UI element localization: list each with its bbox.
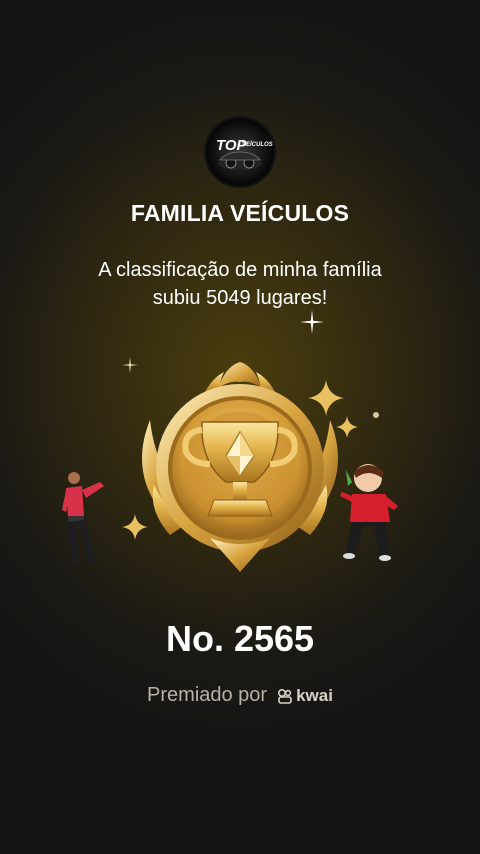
family-logo: TOP VEÍCULOS xyxy=(206,118,274,186)
top-veiculos-logo-icon: TOP VEÍCULOS xyxy=(206,118,274,186)
kwai-brand: kwai xyxy=(277,686,333,706)
rank-message: A classificação de minha família subiu 5… xyxy=(40,256,440,312)
rank-number: No. 2565 xyxy=(165,618,315,659)
family-name: FAMILIA VEÍCULOS xyxy=(130,200,350,226)
rank-up-screen: TOP VEÍCULOS FAMILIA VEÍCULOS A classifi… xyxy=(0,0,480,854)
avatar-right xyxy=(338,462,400,566)
awarded-by-label: Premiado por xyxy=(147,684,268,706)
sparkle-icon xyxy=(373,412,379,418)
avatar-left xyxy=(60,470,112,574)
trophy-badge xyxy=(120,360,360,580)
kwai-logo-icon xyxy=(278,688,292,704)
awarded-by: Premiado por kwai xyxy=(0,684,480,707)
kwai-brand-text: kwai xyxy=(296,685,333,705)
rank-message-line2: subiu 5049 lugares! xyxy=(152,287,328,309)
sparkle-icon xyxy=(300,310,324,334)
rank-message-line1: A classificação de minha família xyxy=(98,259,382,281)
logo-text-sub: VEÍCULOS xyxy=(242,141,273,148)
trophy-icon xyxy=(142,362,338,572)
